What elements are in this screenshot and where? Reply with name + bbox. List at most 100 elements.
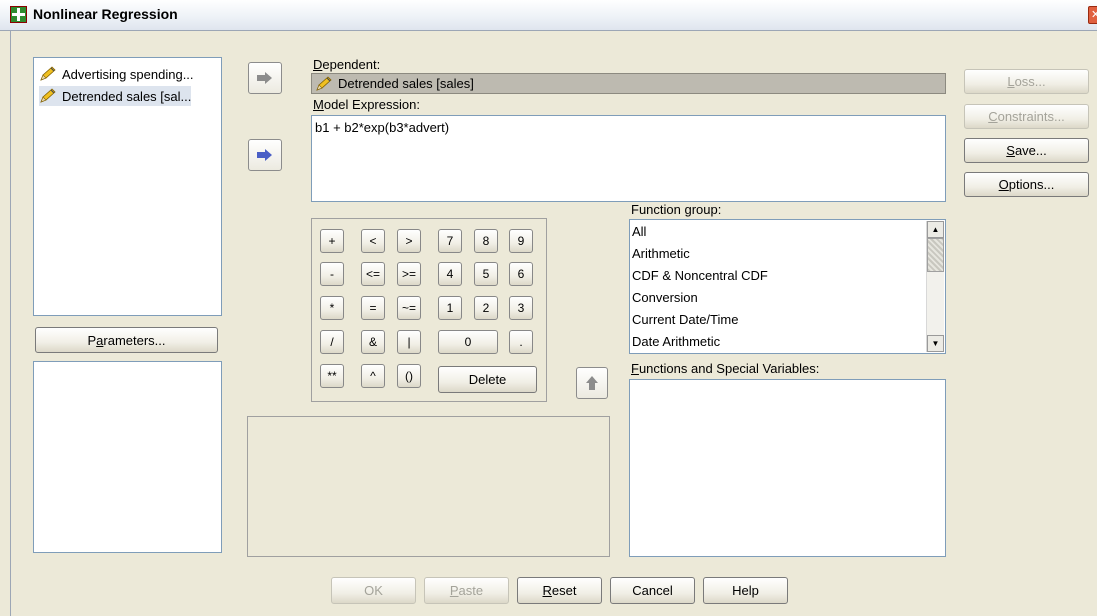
function-group-item[interactable]: All [632, 220, 646, 242]
model-expression-input[interactable]: b1 + b2*exp(b3*advert) [311, 115, 946, 202]
title-bar: Nonlinear Regression ✕ [0, 0, 1097, 31]
keypad-less-than-button[interactable]: < [361, 229, 385, 253]
up-arrow-icon [586, 376, 598, 390]
options-label-u: O [998, 177, 1009, 192]
functions-special-list[interactable] [629, 379, 946, 557]
close-icon[interactable]: ✕ [1088, 6, 1097, 24]
parameters-list[interactable] [33, 361, 222, 553]
constraints-label-u: C [988, 109, 998, 124]
scale-pencil-icon [39, 66, 57, 82]
functions-special-label-rest: unctions and Special Variables: [638, 361, 820, 376]
paste-label-rest: aste [458, 583, 484, 598]
dependent-value: Detrended sales [sales] [338, 76, 474, 91]
keypad-digit-8-button[interactable]: 8 [474, 229, 498, 253]
scale-pencil-icon [39, 88, 57, 104]
keypad-greater-equal-button[interactable]: >= [397, 262, 421, 286]
keypad-digit-2-button[interactable]: 2 [474, 296, 498, 320]
dependent-field[interactable]: Detrended sales [sales] [311, 73, 946, 94]
spss-app-icon [10, 6, 27, 23]
keypad-multiply-button[interactable]: * [320, 296, 344, 320]
reset-label-rest: eset [551, 583, 577, 598]
function-group-list[interactable]: All Arithmetic CDF & Noncentral CDF Conv… [629, 219, 946, 354]
variable-item-detrended-sales[interactable]: Detrended sales [sal... [39, 86, 192, 106]
model-expression-label-rest: odel Expression: [323, 97, 420, 112]
move-function-up-button[interactable] [576, 367, 608, 399]
functions-special-label-u: F [631, 361, 639, 376]
reset-button[interactable]: Reset [517, 577, 602, 604]
loss-button[interactable]: Loss... [964, 69, 1089, 94]
function-group-item[interactable]: Date Arithmetic [632, 330, 720, 352]
functions-special-label: Functions and Special Variables: [631, 361, 819, 376]
scroll-down-icon[interactable]: ▼ [927, 335, 944, 352]
parameters-button[interactable]: Pa rameters... [35, 327, 218, 353]
keypad-digit-3-button[interactable]: 3 [509, 296, 533, 320]
keypad-plus-button[interactable]: + [320, 229, 344, 253]
dependent-label: Dependent: [313, 57, 380, 72]
model-expression-label: Model Expression: [313, 97, 420, 112]
dependent-label-u: D [313, 57, 323, 72]
keypad-digit-7-button[interactable]: 7 [438, 229, 462, 253]
keypad-minus-button[interactable]: - [320, 262, 344, 286]
variable-item-advertising[interactable]: Advertising spending... [39, 64, 194, 84]
parameters-button-label-b: a [96, 332, 104, 348]
keypad-delete-button[interactable]: Delete [438, 366, 537, 393]
scroll-thumb[interactable] [927, 238, 944, 272]
keypad-less-equal-button[interactable]: <= [361, 262, 385, 286]
keypad-digit-5-button[interactable]: 5 [474, 262, 498, 286]
variable-label: Detrended sales [sal... [62, 88, 192, 104]
keypad-and-button[interactable]: & [361, 330, 385, 354]
save-label-rest: ave... [1014, 143, 1047, 158]
keypad-parentheses-button[interactable]: () [397, 364, 421, 388]
function-description-area [247, 416, 610, 557]
ok-button[interactable]: OK [331, 577, 416, 604]
function-group-label: Function group: [631, 202, 721, 217]
keypad-digit-4-button[interactable]: 4 [438, 262, 462, 286]
window-frame [10, 30, 11, 616]
save-button[interactable]: Save... [964, 138, 1089, 163]
scale-pencil-icon [315, 75, 333, 92]
loss-label-rest: oss... [1014, 74, 1046, 89]
model-expression-label-u: M [313, 97, 324, 112]
right-arrow-icon [257, 72, 272, 84]
paste-label-u: P [449, 583, 459, 598]
save-label-u: S [1006, 143, 1015, 158]
keypad-decimal-button[interactable]: . [509, 330, 533, 354]
loss-label-u: L [1007, 74, 1015, 89]
keypad-not-button[interactable]: ^ [361, 364, 385, 388]
function-group-item[interactable]: Arithmetic [632, 242, 690, 264]
model-expression-value: b1 + b2*exp(b3*advert) [315, 120, 450, 135]
function-group-label-a: Function [631, 202, 685, 217]
keypad-divide-button[interactable]: / [320, 330, 344, 354]
keypad-or-button[interactable]: | [397, 330, 421, 354]
keypad-digit-0-button[interactable]: 0 [438, 330, 498, 354]
paste-button[interactable]: Paste [424, 577, 509, 604]
function-group-label-b: g [684, 202, 692, 217]
scroll-up-icon[interactable]: ▲ [927, 221, 944, 238]
keypad-digit-1-button[interactable]: 1 [438, 296, 462, 320]
keypad-digit-9-button[interactable]: 9 [509, 229, 533, 253]
calculator-keypad: + < > - <= >= * = ~= / & | ** ^ () 7 8 9… [311, 218, 547, 402]
cancel-button[interactable]: Cancel [610, 577, 695, 604]
function-group-scrollbar[interactable]: ▲ ▼ [926, 221, 944, 352]
function-group-label-c: roup: [691, 202, 722, 217]
parameters-button-label-c: rameters... [103, 332, 166, 348]
function-group-item[interactable]: Current Date/Time [632, 308, 738, 330]
keypad-greater-than-button[interactable]: > [397, 229, 421, 253]
keypad-power-button[interactable]: ** [320, 364, 344, 388]
keypad-not-equal-button[interactable]: ~= [397, 296, 421, 320]
help-button[interactable]: Help [703, 577, 788, 604]
options-button[interactable]: Options... [964, 172, 1089, 197]
keypad-equal-button[interactable]: = [361, 296, 385, 320]
right-arrow-icon [257, 149, 272, 161]
options-label-rest: ptions... [1008, 177, 1055, 192]
function-group-item[interactable]: Conversion [632, 286, 698, 308]
parameters-button-label-a: P [87, 332, 97, 348]
keypad-digit-6-button[interactable]: 6 [509, 262, 533, 286]
function-group-item[interactable]: CDF & Noncentral CDF [632, 264, 768, 286]
dependent-label-rest: ependent: [322, 57, 381, 72]
constraints-button[interactable]: Constraints... [964, 104, 1089, 129]
variable-list[interactable]: Advertising spending... Detrended sales … [33, 57, 222, 316]
move-to-model-button[interactable] [248, 139, 282, 171]
move-to-dependent-button[interactable] [248, 62, 282, 94]
reset-label-u: R [542, 583, 552, 598]
